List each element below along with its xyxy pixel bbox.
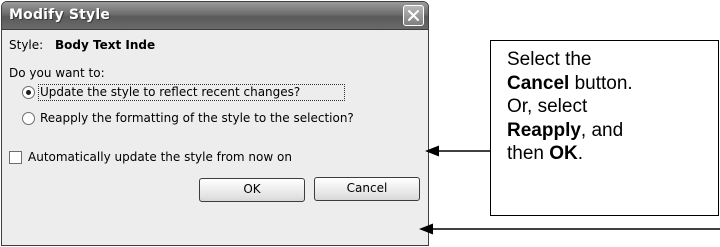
pointer-arrows: [419, 145, 720, 235]
arrow-left-icon: [419, 223, 720, 235]
arrow-left-icon: [425, 145, 490, 157]
